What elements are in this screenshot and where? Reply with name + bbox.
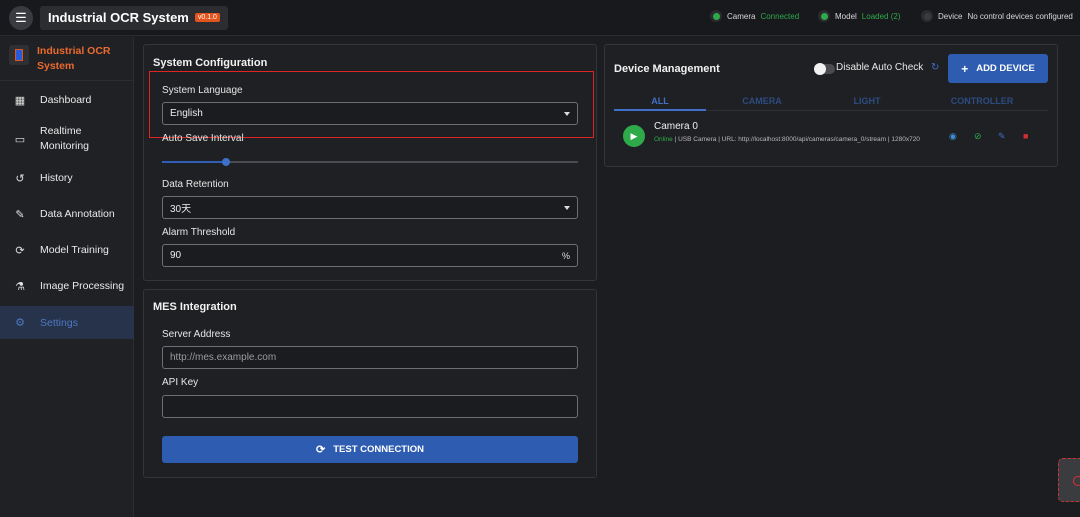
pencil-icon: ✎ [15, 208, 25, 221]
model-status-label: Model [835, 11, 857, 21]
camera-status-dot-icon [710, 10, 722, 22]
sidebar-item-label: Model Training [40, 244, 109, 256]
autosave-slider-thumb[interactable] [222, 158, 230, 166]
floating-action-widget[interactable] [1058, 458, 1080, 502]
device-details: Online | USB Camera | URL: http://localh… [654, 135, 924, 144]
flask-icon: ⚗ [15, 280, 25, 293]
tab-all[interactable]: ALL [614, 96, 706, 106]
system-config-title: System Configuration [153, 57, 268, 69]
sidebar-item-label: Settings [40, 316, 78, 329]
device-status: Online [654, 136, 673, 143]
brand-name: Industrial OCR System [37, 45, 111, 72]
disable-auto-check-label: Disable Auto Check [836, 62, 924, 73]
api-key-label: API Key [162, 377, 199, 388]
camera-status-label: Camera [727, 11, 756, 21]
sidebar-item-model-training[interactable]: ⟳ Model Training [0, 242, 134, 258]
camera-status: Camera Connected [710, 10, 799, 22]
alarm-threshold-label: Alarm Threshold [162, 227, 236, 238]
sidebar-item-dashboard[interactable]: ▦ Dashboard [0, 92, 134, 108]
add-device-label: ADD DEVICE [976, 63, 1035, 74]
highlight-box [149, 71, 594, 138]
delete-icon[interactable]: ■ [1023, 131, 1028, 141]
api-key-field[interactable] [162, 395, 578, 418]
sidebar-item-settings[interactable]: ⚙ Settings [0, 306, 134, 339]
device-status-value: No control devices configured [967, 11, 1073, 21]
add-device-button[interactable]: + ADD DEVICE [948, 54, 1048, 83]
menu-icon[interactable]: ☰ [9, 5, 33, 30]
plus-icon: + [961, 61, 969, 76]
device-management-title: Device Management [614, 63, 720, 75]
link-off-icon[interactable]: ⊘ [974, 131, 982, 142]
brand-logo-icon [9, 45, 29, 65]
active-tab-indicator [614, 109, 706, 111]
chevron-down-icon [564, 205, 570, 210]
history-icon: ↺ [15, 172, 25, 185]
device-details-text: | USB Camera | URL: http://localhost:800… [672, 136, 920, 143]
sidebar-item-realtime-monitoring[interactable]: ▭ Realtime Monitoring [0, 123, 134, 155]
tab-controller[interactable]: CONTROLLER [936, 96, 1028, 106]
top-bar: ☰ Industrial OCR System v0.1.0 Camera Co… [0, 0, 1080, 36]
percent-suffix: % [561, 250, 570, 261]
model-status-dot-icon [818, 10, 830, 22]
server-address-field[interactable] [162, 346, 578, 369]
sidebar-item-label: Image Processing [40, 280, 125, 292]
server-address-input[interactable] [170, 352, 570, 363]
alarm-threshold-field[interactable]: 90 % [162, 244, 578, 267]
sidebar-item-history[interactable]: ↺ History [0, 170, 134, 186]
server-address-label: Server Address [162, 329, 231, 340]
sidebar-item-label: Realtime Monitoring [40, 125, 90, 152]
autosave-label: Auto Save Interval [162, 133, 244, 144]
app-title-box: Industrial OCR System v0.1.0 [40, 5, 228, 30]
model-status-value: Loaded (2) [861, 11, 901, 21]
version-badge: v0.1.0 [194, 13, 220, 22]
model-status: Model Loaded (2) [818, 10, 901, 22]
app-title: Industrial OCR System [48, 10, 189, 25]
tab-camera[interactable]: CAMERA [716, 96, 808, 106]
device-status: Device No control devices configured [921, 10, 1073, 22]
data-retention-select[interactable]: 30天 [162, 196, 578, 219]
gear-icon: ⚙ [15, 317, 25, 329]
device-status-dot-icon [921, 10, 933, 22]
tab-light[interactable]: LIGHT [821, 96, 913, 106]
disable-auto-check-toggle[interactable] [814, 63, 835, 75]
edit-icon[interactable]: ✎ [998, 131, 1006, 142]
refresh-icon[interactable]: ↻ [931, 62, 939, 73]
sidebar-item-label: Data Annotation [40, 208, 115, 220]
dashboard-icon: ▦ [14, 94, 26, 107]
sidebar: Industrial OCR System [0, 37, 134, 517]
sidebar-item-data-annotation[interactable]: ✎ Data Annotation [0, 206, 134, 222]
data-retention-label: Data Retention [162, 179, 229, 190]
brand: Industrial OCR System [0, 37, 133, 81]
mes-integration-title: MES Integration [153, 301, 237, 313]
device-list-item[interactable]: ▶ Camera 0 Online | USB Camera | URL: ht… [614, 115, 1057, 162]
test-connection-button[interactable]: ⟳ TEST CONNECTION [162, 436, 578, 463]
sidebar-item-image-processing[interactable]: ⚗ Image Processing [0, 278, 134, 294]
eye-icon[interactable]: ◉ [949, 131, 957, 142]
video-camera-icon: ▶ [623, 125, 645, 147]
data-retention-value: 30天 [170, 204, 192, 215]
refresh-icon: ⟳ [316, 444, 326, 456]
alarm-threshold-value: 90 [170, 250, 182, 261]
test-connection-label: TEST CONNECTION [333, 444, 424, 455]
training-icon: ⟳ [15, 244, 25, 257]
camera-status-value: Connected [760, 11, 800, 21]
device-status-label: Device [938, 11, 963, 21]
autosave-slider-fill [162, 161, 226, 163]
sidebar-item-label: Dashboard [40, 94, 92, 106]
api-key-input[interactable] [170, 401, 570, 412]
sidebar-item-label: History [40, 172, 73, 184]
power-icon [1073, 476, 1080, 486]
monitor-icon: ▭ [14, 133, 26, 146]
device-name: Camera 0 [654, 121, 698, 132]
